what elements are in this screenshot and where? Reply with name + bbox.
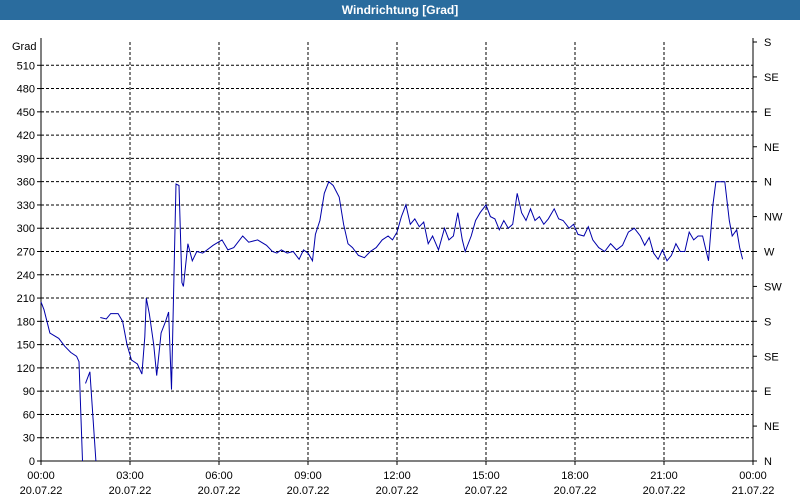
x-tick-date-label: 20.07.22 (376, 485, 419, 497)
y-tick-label: 510 (17, 60, 35, 72)
x-tick-time-label: 18:00 (561, 470, 589, 482)
y2-tick-label: N (764, 177, 772, 189)
y-tick-label: 60 (23, 409, 35, 421)
y2-tick-label: SE (764, 72, 779, 84)
y2-tick-label: NE (764, 142, 779, 154)
x-tick-date-label: 20.07.22 (465, 485, 508, 497)
x-tick-date-label: 20.07.22 (643, 485, 686, 497)
chart-title-bar: Windrichtung [Grad] (0, 0, 800, 20)
y-tick-label: 120 (17, 363, 35, 375)
x-tick-date-label: 20.07.22 (554, 485, 597, 497)
y-tick-label: 360 (17, 177, 35, 189)
y-axis-label: Grad (12, 41, 36, 53)
x-tick-time-label: 15:00 (472, 470, 500, 482)
y-tick-label: 300 (17, 223, 35, 235)
y2-tick-label: S (764, 37, 771, 49)
y2-tick-label: SW (764, 281, 782, 293)
x-tick-date-label: 21.07.22 (732, 485, 775, 497)
y2-tick-label: E (764, 386, 771, 398)
x-tick-time-label: 06:00 (205, 470, 233, 482)
y-tick-label: 450 (17, 107, 35, 119)
y-tick-label: 150 (17, 340, 35, 352)
y-tick-label: 270 (17, 247, 35, 259)
y2-tick-label: N (764, 456, 772, 468)
x-tick-time-label: 00:00 (739, 470, 767, 482)
x-tick-date-label: 20.07.22 (198, 485, 241, 497)
y2-tick-label: NW (764, 212, 783, 224)
y-tick-label: 330 (17, 200, 35, 212)
y2-tick-label: W (764, 247, 775, 259)
chart-area: 0 30 60 90 120 150 180 210 240 270 300 330 360 390 420… (0, 20, 800, 500)
x-tick-date-label: 20.07.22 (109, 485, 152, 497)
y-tick-label: 210 (17, 293, 35, 305)
y-tick-label: 420 (17, 130, 35, 142)
wind-direction-chart: 0 30 60 90 120 150 180 210 240 270 300 330 360 390 420… (12, 37, 783, 497)
y-tick-label: 30 (23, 433, 35, 445)
y-tick-label: 0 (29, 456, 35, 468)
y-tick-label: 240 (17, 270, 35, 282)
x-tick-time-label: 09:00 (294, 470, 322, 482)
y-tick-label: 480 (17, 84, 35, 96)
series-line (40, 301, 83, 462)
x-tick-date-label: 20.07.22 (20, 485, 63, 497)
series-line (100, 180, 744, 390)
x-tick-time-label: 03:00 (116, 470, 144, 482)
series-line (85, 371, 97, 462)
y-tick-label: 90 (23, 386, 35, 398)
y2-tick-label: E (764, 107, 771, 119)
chart-title: Windrichtung [Grad] (341, 3, 459, 17)
x-tick-date-label: 20.07.22 (287, 485, 330, 497)
x-tick-time-label: 21:00 (650, 470, 678, 482)
x-tick-time-label: 12:00 (383, 470, 411, 482)
y-tick-label: 180 (17, 316, 35, 328)
x-tick-time-label: 00:00 (27, 470, 55, 482)
y2-tick-label: S (764, 316, 771, 328)
y2-tick-label: SE (764, 351, 779, 363)
y-tick-label: 390 (17, 153, 35, 165)
y2-tick-label: NE (764, 421, 779, 433)
